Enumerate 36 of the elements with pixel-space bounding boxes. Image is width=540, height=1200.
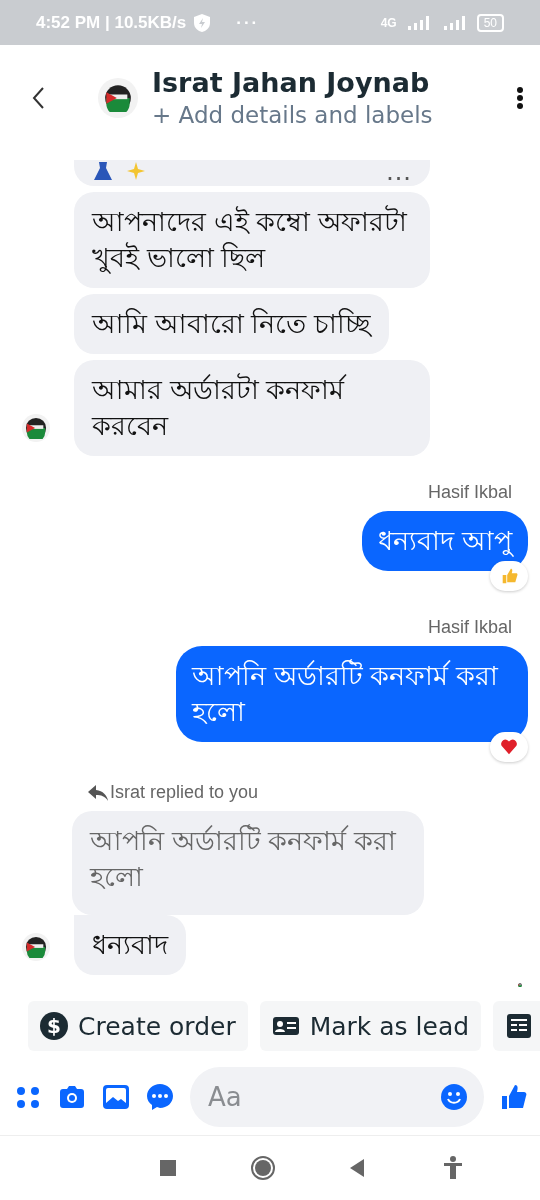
message-bubble: আমার অর্ডারটা কনফার্ম করবেন: [74, 360, 430, 456]
more-indicator: ···: [236, 12, 260, 33]
message-input[interactable]: Aa: [206, 1081, 440, 1113]
action-chip[interactable]: $ Create order: [28, 1001, 248, 1051]
reply-icon: [88, 784, 108, 801]
sparkle-icon: [126, 161, 146, 181]
dollar-icon: $: [40, 1012, 68, 1040]
message-field[interactable]: Aa: [190, 1067, 484, 1127]
action-chip[interactable]: [493, 1001, 540, 1051]
ellipsis-text: …: [385, 161, 412, 181]
contact-avatar: [25, 417, 47, 439]
contact-name: Israt Jahan Joynab: [152, 67, 431, 98]
action-chip[interactable]: Mark as lead: [259, 1001, 482, 1051]
sender-name: Hasif Ikbal: [427, 617, 512, 638]
add-details-link[interactable]: + Add details and labels: [152, 102, 516, 128]
message-bubble: আপনি অর্ডারটি কনফার্ম করা হলো: [176, 646, 528, 742]
message-bubble: আপনাদের এই কম্বো অফারটা খুবই ভালো ছিল: [74, 192, 430, 288]
shield-icon: [194, 13, 211, 32]
thumbs-up-icon[interactable]: [500, 1083, 528, 1111]
more-menu-icon[interactable]: [516, 86, 524, 109]
table-icon: [505, 1012, 534, 1040]
home-icon[interactable]: [249, 1155, 276, 1181]
contact-avatar: [104, 83, 132, 112]
message-bubble: ধন্যবাদ: [74, 915, 186, 975]
reply-label: Israt replied to you: [110, 782, 259, 803]
quoted-message: আপনি অর্ডারটি কনফার্ম করা হলো: [72, 811, 424, 915]
chat-bubble-icon[interactable]: [146, 1083, 174, 1111]
camera-icon[interactable]: [58, 1083, 86, 1111]
contact-avatar: [25, 936, 47, 958]
message-bubble: আমি আবারো নিতে চাচ্ছি: [74, 294, 389, 354]
sender-name: Hasif Ikbal: [427, 482, 512, 503]
message-bubble: ধন্যবাদ আপু: [362, 511, 528, 571]
image-icon[interactable]: [102, 1083, 130, 1111]
emoji-icon[interactable]: [440, 1083, 468, 1111]
thumbs-up-icon: [500, 567, 518, 585]
heart-icon: [500, 738, 518, 756]
